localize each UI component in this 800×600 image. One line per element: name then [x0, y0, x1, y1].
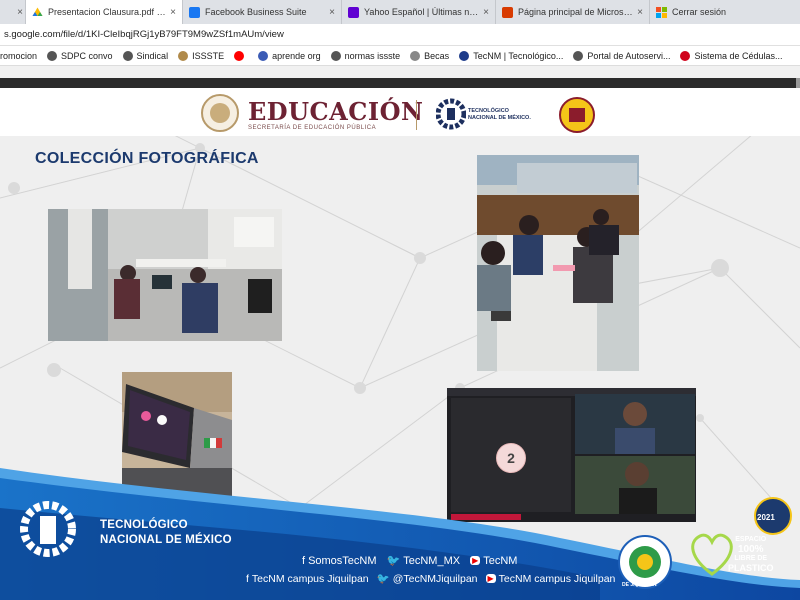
globe-icon	[122, 50, 133, 61]
bookmark-7[interactable]: Becas	[410, 50, 450, 61]
bookmark-label: romocion	[0, 50, 38, 61]
browser-tab-5[interactable]: Cerrar sesión	[650, 0, 800, 24]
close-tab-icon[interactable]: ×	[637, 7, 643, 18]
google-drive-icon	[32, 7, 43, 18]
bookmark-9[interactable]: Portal de Autoservi...	[573, 50, 671, 61]
bookmark-10[interactable]: Sistema de Cédulas...	[680, 50, 783, 61]
social-row-1: f SomosTecNM 🐦 TecNM_MX ▶ TecNM	[302, 554, 517, 568]
browser-tab-1[interactable]: Presentacion Clausura.pdf - Go ×	[26, 0, 183, 24]
tecnm-header-text: TECNOLÓGICO NACIONAL DE MÉXICO.	[468, 108, 531, 121]
browser-tab-0[interactable]: ×	[0, 0, 26, 24]
youtube-icon: ▶	[470, 556, 481, 565]
aprende-icon	[258, 50, 269, 61]
bookmark-label: normas issste	[344, 50, 401, 61]
bookmark-2[interactable]: Sindical	[122, 50, 169, 61]
bookmark-label: Sistema de Cédulas...	[694, 50, 783, 61]
sep-seal-icon	[201, 94, 239, 132]
bookmark-5[interactable]: aprende org	[258, 50, 321, 61]
globe-icon	[573, 50, 584, 61]
footer-tecnm-text: TECNOLÓGICO NACIONAL DE MÉXICO	[100, 519, 232, 546]
close-tab-icon[interactable]: ×	[17, 7, 23, 18]
campus-shield-icon	[559, 97, 595, 133]
header-separator	[416, 100, 417, 130]
social-item: f SomosTecNM	[302, 554, 377, 567]
bookmark-label: Portal de Autoservi...	[587, 50, 671, 61]
close-tab-icon[interactable]: ×	[170, 7, 176, 18]
social-item: 🐦 @TecNMJiquilpan	[376, 572, 478, 586]
bookmark-0[interactable]: romocion	[0, 51, 37, 61]
social-item: ▶ TecNM	[470, 554, 517, 567]
social-row-2: f TecNM campus Jiquilpan 🐦 @TecNMJiquilpan ▶…	[246, 572, 616, 586]
photo-classroom-graphic	[48, 209, 282, 341]
social-item: 🐦 TecNM_MX	[386, 554, 461, 568]
photo-classroom	[48, 209, 282, 341]
bookmark-4[interactable]	[234, 50, 248, 61]
yahoo-icon	[348, 6, 359, 18]
browser-tab-3[interactable]: Yahoo Español | Últimas noticias ×	[342, 0, 496, 24]
bookmark-label: TecNM | Tecnológico...	[473, 50, 564, 61]
bookmark-label: Becas	[424, 50, 450, 61]
social-handle: TecNM_MX	[403, 554, 461, 567]
photo-students-table-graphic	[477, 155, 639, 371]
youtube-icon: ▶	[485, 574, 496, 583]
year-2021-badge: 2021	[757, 513, 775, 522]
address-bar[interactable]: s.google.com/file/d/1KI-CleIbqjRGj1yB79F…	[0, 24, 800, 46]
facebook-icon: f	[246, 572, 249, 585]
educacion-subtitle: SECRETARÍA DE EDUCACIÓN PÚBLICA	[248, 125, 377, 131]
close-tab-icon[interactable]: ×	[329, 7, 335, 18]
globe-icon	[47, 50, 58, 61]
bookmark-1[interactable]: SDPC convo	[47, 50, 113, 61]
becas-icon	[410, 50, 421, 61]
tecnm-icon	[459, 50, 470, 61]
bookmark-6[interactable]: normas issste	[330, 50, 401, 61]
bookmark-label: SDPC convo	[61, 50, 113, 61]
twitter-icon: 🐦	[376, 573, 390, 585]
social-item: ▶ TecNM campus Jiquilpan	[485, 572, 616, 585]
plastic-free-badge: ESPACIO 100% LIBRE DE PLASTICO	[728, 536, 774, 573]
twitter-icon: 🐦	[386, 555, 401, 567]
microsoft-icon	[656, 6, 667, 18]
globe-icon	[330, 50, 341, 61]
photo-students-table	[477, 155, 639, 371]
social-item: f TecNM campus Jiquilpan	[246, 572, 369, 585]
bookmark-label: Sindical	[136, 50, 169, 61]
tecnm-footer-logo-icon	[20, 501, 76, 557]
bookmark-label: aprende org	[272, 50, 321, 61]
close-tab-icon[interactable]: ×	[483, 7, 489, 18]
url-text: s.google.com/file/d/1KI-CleIbqjRGj1yB79F…	[4, 29, 284, 40]
bookmark-label: ISSSTE	[192, 50, 225, 61]
jiquilpan-seal-text: DE JIQUILPAN	[622, 582, 657, 588]
bookmark-8[interactable]: TecNM | Tecnológico...	[459, 50, 564, 61]
issste-icon	[178, 50, 189, 61]
educacion-title: EDUCACIÓN	[248, 97, 424, 126]
browser-tab-4[interactable]: Página principal de Microsoft O ×	[496, 0, 650, 24]
youtube-icon	[234, 50, 245, 61]
social-handle: SomosTecNM	[308, 554, 377, 567]
tab-strip: × Presentacion Clausura.pdf - Go × Faceb…	[0, 0, 800, 24]
tecnm-gear-logo-icon	[436, 98, 466, 130]
social-handle: @TecNMJiquilpan	[392, 572, 478, 585]
bookmarks-bar: romocion SDPC convo Sindical ISSSTE aprende …	[0, 46, 800, 66]
social-handle: TecNM	[483, 554, 518, 567]
bookmark-3[interactable]: ISSSTE	[178, 50, 225, 61]
slide-heading: COLECCIÓN FOTOGRÁFICA	[35, 150, 259, 167]
facebook-icon: f	[302, 554, 306, 567]
slide-page: EDUCACIÓN SECRETARÍA DE EDUCACIÓN PÚBLIC…	[0, 88, 800, 600]
cedulas-icon	[680, 50, 691, 61]
social-handle: TecNM campus Jiquilpan	[251, 572, 369, 585]
viewer-top-strip	[0, 66, 800, 78]
browser-tab-2[interactable]: Facebook Business Suite ×	[183, 0, 342, 24]
office-icon	[502, 6, 513, 18]
facebook-icon	[189, 6, 200, 18]
social-handle: TecNM campus Jiquilpan	[498, 572, 616, 585]
